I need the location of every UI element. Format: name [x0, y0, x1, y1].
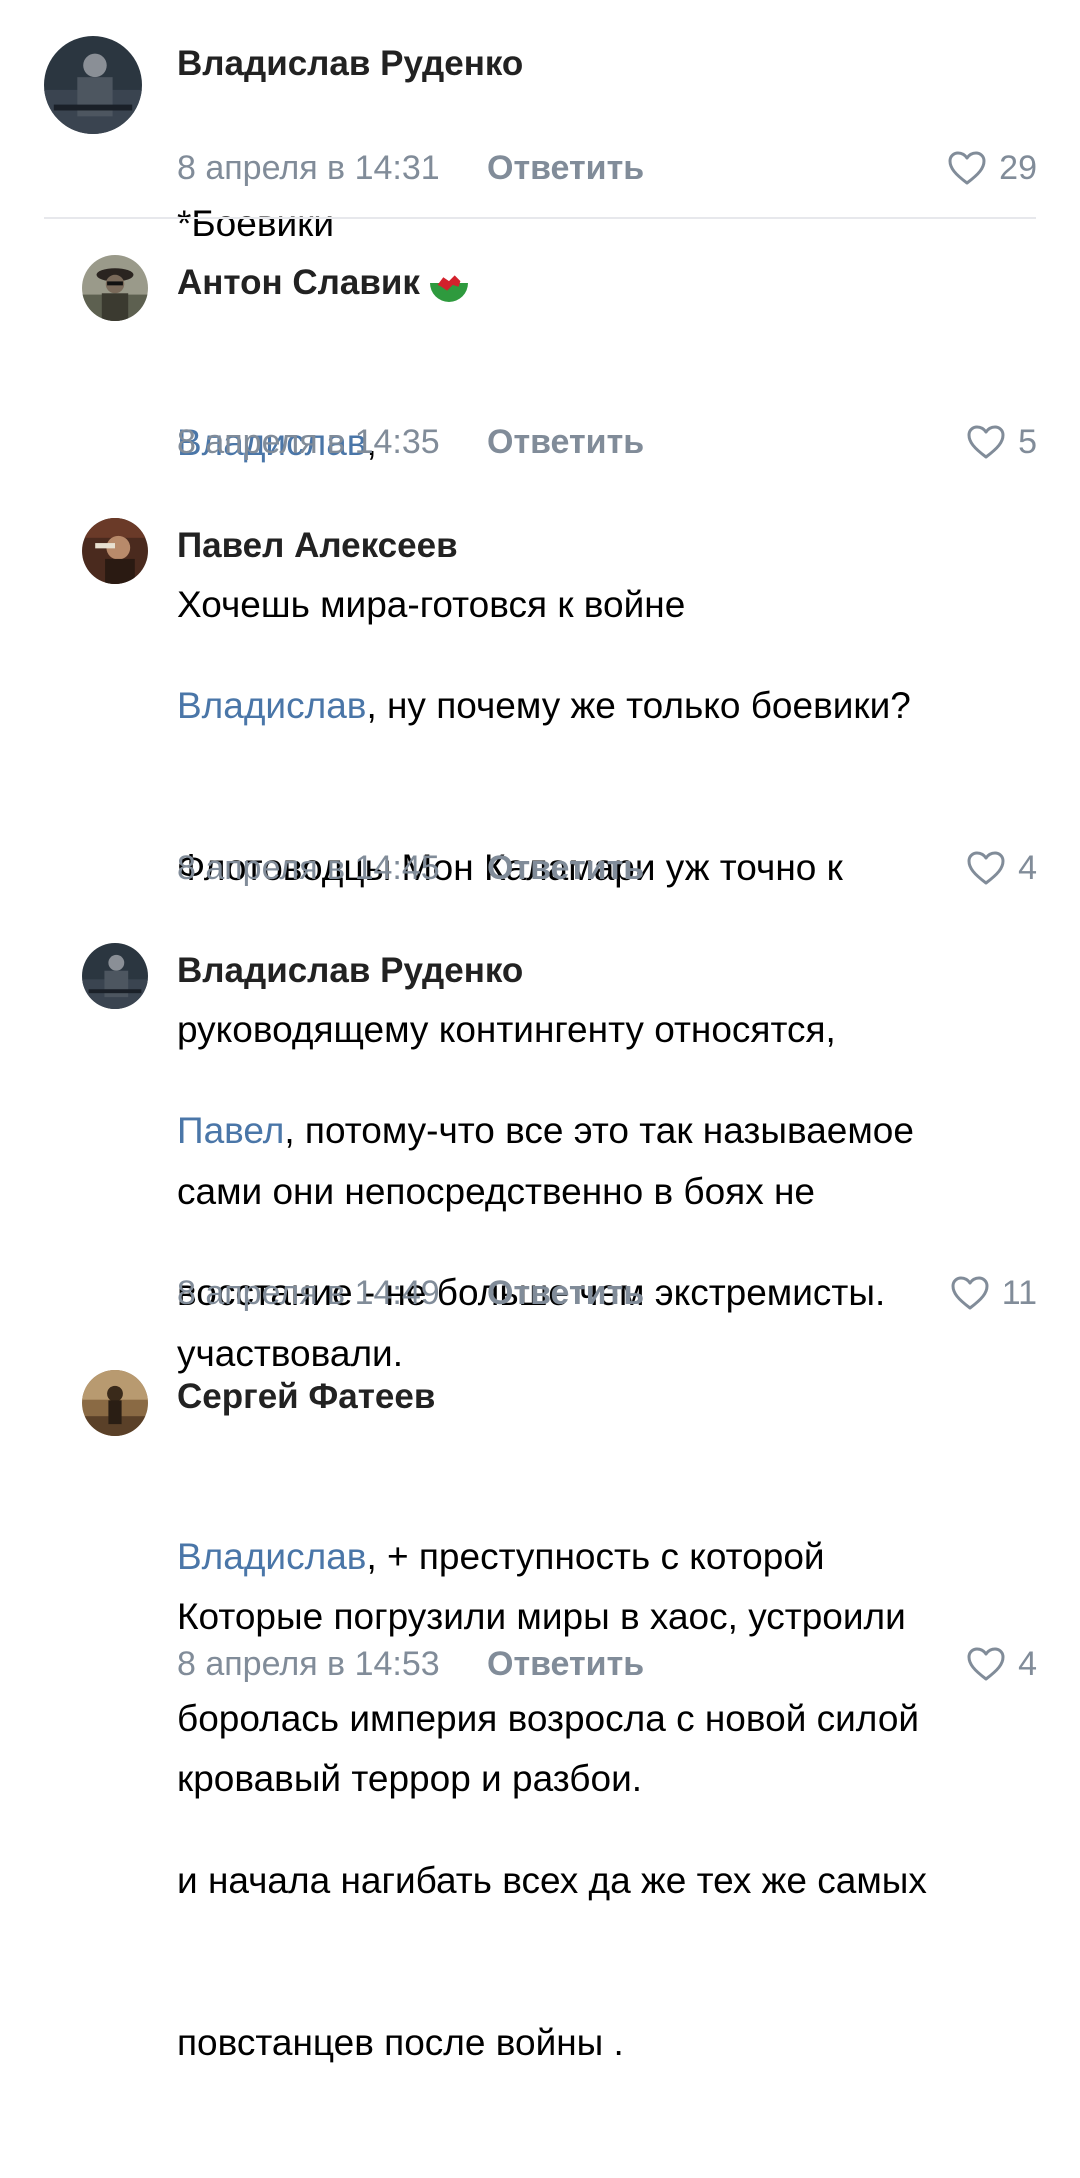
reply-button[interactable]: Ответить — [487, 146, 644, 190]
like-button[interactable]: 5 — [966, 420, 1037, 464]
like-button[interactable]: 29 — [947, 146, 1037, 190]
mention-link[interactable]: Павел — [177, 1110, 284, 1151]
comment-author[interactable]: Антон Славик — [177, 263, 468, 303]
comment-line: Павел, потому-что все это так называемое — [177, 1110, 914, 1151]
user-avatar[interactable] — [82, 1370, 148, 1436]
like-count: 29 — [999, 149, 1037, 187]
wales-flag-icon — [429, 264, 468, 302]
reply-button[interactable]: Ответить — [487, 420, 644, 464]
comment-date[interactable]: 8 апреля в 14:31 — [177, 146, 440, 190]
heart-icon — [966, 424, 1006, 460]
heart-icon — [966, 1646, 1006, 1682]
comment-line: Владислав, ну почему же только боевики? — [177, 685, 911, 726]
comment-line: повстанцев после войны . — [177, 2022, 624, 2063]
comment-line: боролась империя возросла с новой силой — [177, 1698, 920, 1739]
comment-meta: 8 апреля в 14:35 Ответить 5 — [177, 420, 1037, 464]
comment-meta: 8 апреля в 14:53 Ответить 4 — [177, 1642, 1037, 1686]
author-name[interactable]: Павел Алексеев — [177, 526, 458, 566]
mention-link[interactable]: Владислав — [177, 1536, 366, 1577]
like-count: 4 — [1018, 849, 1037, 887]
comment-meta: 8 апреля в 14:49 Ответить 11 — [177, 1271, 1037, 1315]
like-count: 5 — [1018, 423, 1037, 461]
author-name[interactable]: Владислав Руденко — [177, 951, 523, 991]
comment-line: Владислав, + преступность с которой — [177, 1536, 825, 1577]
comment-author[interactable]: Сергей Фатеев — [177, 1377, 435, 1417]
comment-date[interactable]: 8 апреля в 14:53 — [177, 1642, 440, 1686]
heart-icon — [966, 850, 1006, 886]
divider — [44, 217, 1036, 219]
like-count: 4 — [1018, 1645, 1037, 1683]
mention-link[interactable]: Владислав — [177, 685, 366, 726]
user-avatar[interactable] — [82, 518, 148, 584]
comment-line: *Боевики — [177, 203, 335, 244]
reply-button[interactable]: Ответить — [487, 1271, 644, 1315]
user-avatar[interactable] — [82, 255, 148, 321]
comment-author[interactable]: Владислав Руденко — [177, 44, 523, 84]
comment-author[interactable]: Павел Алексеев — [177, 526, 458, 566]
comment-date[interactable]: 8 апреля в 14:49 — [177, 1271, 440, 1315]
comment-meta: 8 апреля в 14:45 Ответить 4 — [177, 846, 1037, 890]
like-button[interactable]: 11 — [950, 1271, 1037, 1315]
comment-meta: 8 апреля в 14:31 Ответить 29 — [177, 146, 1037, 190]
comment-date[interactable]: 8 апреля в 14:35 — [177, 420, 440, 464]
like-button[interactable]: 4 — [966, 1642, 1037, 1686]
comment-date[interactable]: 8 апреля в 14:45 — [177, 846, 440, 890]
author-name[interactable]: Антон Славик — [177, 263, 420, 303]
user-avatar[interactable] — [44, 36, 142, 134]
reply-button[interactable]: Ответить — [487, 846, 644, 890]
comment-line: и начала нагибать всех да же тех же самы… — [177, 1860, 927, 1901]
comment-text: Владислав, + преступность с которой боро… — [177, 1422, 1037, 2178]
comment-author[interactable]: Владислав Руденко — [177, 951, 523, 991]
author-name[interactable]: Владислав Руденко — [177, 44, 523, 84]
like-button[interactable]: 4 — [966, 846, 1037, 890]
heart-icon — [947, 150, 987, 186]
reply-button[interactable]: Ответить — [487, 1642, 644, 1686]
heart-icon — [950, 1275, 990, 1311]
like-count: 11 — [1001, 1274, 1037, 1312]
user-avatar[interactable] — [82, 943, 148, 1009]
author-name[interactable]: Сергей Фатеев — [177, 1377, 435, 1417]
